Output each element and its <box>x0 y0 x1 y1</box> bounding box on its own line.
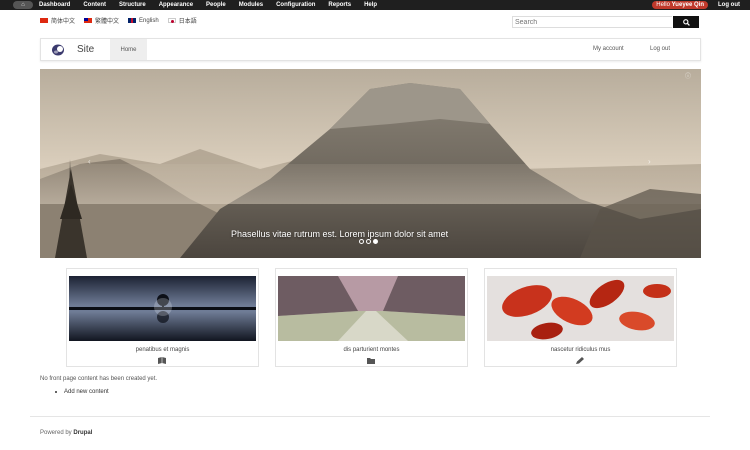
admin-menu-reports[interactable]: Reports <box>328 2 351 8</box>
slider-dot[interactable] <box>359 239 364 244</box>
language-label: 日本語 <box>178 19 197 25</box>
admin-menu-configuration[interactable]: Configuration <box>276 2 315 8</box>
card-title[interactable]: nascetur ridiculus mus <box>485 347 676 353</box>
admin-toolbar: ⌂ Dashboard Content Structure Appearance… <box>0 0 750 10</box>
nav-my-account[interactable]: My account <box>593 46 624 52</box>
nav-home[interactable]: Home <box>110 39 147 60</box>
admin-menu-help[interactable]: Help <box>364 2 377 8</box>
footer-drupal-link[interactable]: Drupal <box>73 430 92 436</box>
admin-user-area: Hello Yueyee Qin Log out <box>652 1 740 9</box>
bullet <box>55 391 57 393</box>
language-link-zh-hant[interactable]: 繁體中文 <box>84 16 119 25</box>
site-name[interactable]: Site <box>77 44 94 55</box>
home-icon[interactable]: ⌂ <box>13 1 33 9</box>
prev-arrow-icon[interactable]: ‹ <box>88 157 91 166</box>
info-icon[interactable]: ⓘ <box>685 71 691 80</box>
greeting-prefix: Hello <box>656 2 670 8</box>
footer-divider <box>30 416 710 417</box>
language-label: 繁體中文 <box>95 19 120 25</box>
china-flag-icon <box>40 18 48 23</box>
admin-menu-people[interactable]: People <box>206 2 226 8</box>
admin-menu-dashboard[interactable]: Dashboard <box>39 2 70 8</box>
taiwan-flag-icon <box>84 18 93 23</box>
japan-flag-icon <box>167 18 176 23</box>
folder-icon <box>367 358 375 364</box>
feature-card[interactable]: nascetur ridiculus mus <box>484 268 677 367</box>
search-icon <box>682 18 690 26</box>
admin-menu-modules[interactable]: Modules <box>239 2 263 8</box>
card-title[interactable]: dis parturient montes <box>276 347 467 353</box>
feature-card[interactable]: dis parturient montes <box>275 268 468 367</box>
search-input[interactable] <box>512 16 672 28</box>
next-arrow-icon[interactable]: › <box>648 157 651 166</box>
slider-dot-active[interactable] <box>373 239 378 244</box>
nav-logout[interactable]: Log out <box>650 46 670 52</box>
slider-indicators <box>359 239 380 244</box>
language-link-zh-hans[interactable]: 简体中文 <box>40 16 75 25</box>
language-switcher: 简体中文 繁體中文 English 日本語 <box>40 16 206 25</box>
main-navbar: Site Home My account Log out <box>40 38 701 61</box>
feature-card[interactable]: penatibus et magnis <box>66 268 259 367</box>
language-label: English <box>139 17 159 24</box>
card-image-tree-reflection <box>69 276 256 341</box>
card-title[interactable]: penatibus et magnis <box>67 347 258 353</box>
user-greeting-badge[interactable]: Hello Yueyee Qin <box>652 1 708 9</box>
admin-menu-appearance[interactable]: Appearance <box>159 2 193 8</box>
search-button[interactable] <box>673 16 699 28</box>
user-name: Yueyee Qin <box>671 2 704 8</box>
hero-slider[interactable]: ⓘ ‹ › Phasellus vitae rutrum est. Lorem … <box>40 69 701 258</box>
slider-dot[interactable] <box>366 239 371 244</box>
card-image-forest-road <box>278 276 465 341</box>
empty-front-page-message: No front page content has been created y… <box>40 376 158 382</box>
language-link-ja[interactable]: 日本語 <box>167 16 197 25</box>
add-new-content-link[interactable]: Add new content <box>64 389 109 395</box>
uk-flag-icon <box>128 18 137 23</box>
book-icon <box>158 357 166 364</box>
admin-menu: Dashboard Content Structure Appearance P… <box>39 2 390 8</box>
admin-logout-link[interactable]: Log out <box>718 2 740 8</box>
language-label: 简体中文 <box>51 19 76 25</box>
hero-caption: Phasellus vitae rutrum est. Lorem ipsum … <box>231 229 449 239</box>
language-link-en[interactable]: English <box>128 16 159 25</box>
admin-menu-content[interactable]: Content <box>83 2 106 8</box>
footer-prefix: Powered by <box>40 430 72 436</box>
footer: Powered by Drupal <box>40 430 92 436</box>
admin-menu-structure[interactable]: Structure <box>119 2 146 8</box>
add-new-content-item: Add new content <box>55 389 109 395</box>
card-image-red-leaves <box>487 276 674 341</box>
pencil-icon <box>576 357 584 364</box>
drupal-logo-icon[interactable] <box>51 44 65 56</box>
